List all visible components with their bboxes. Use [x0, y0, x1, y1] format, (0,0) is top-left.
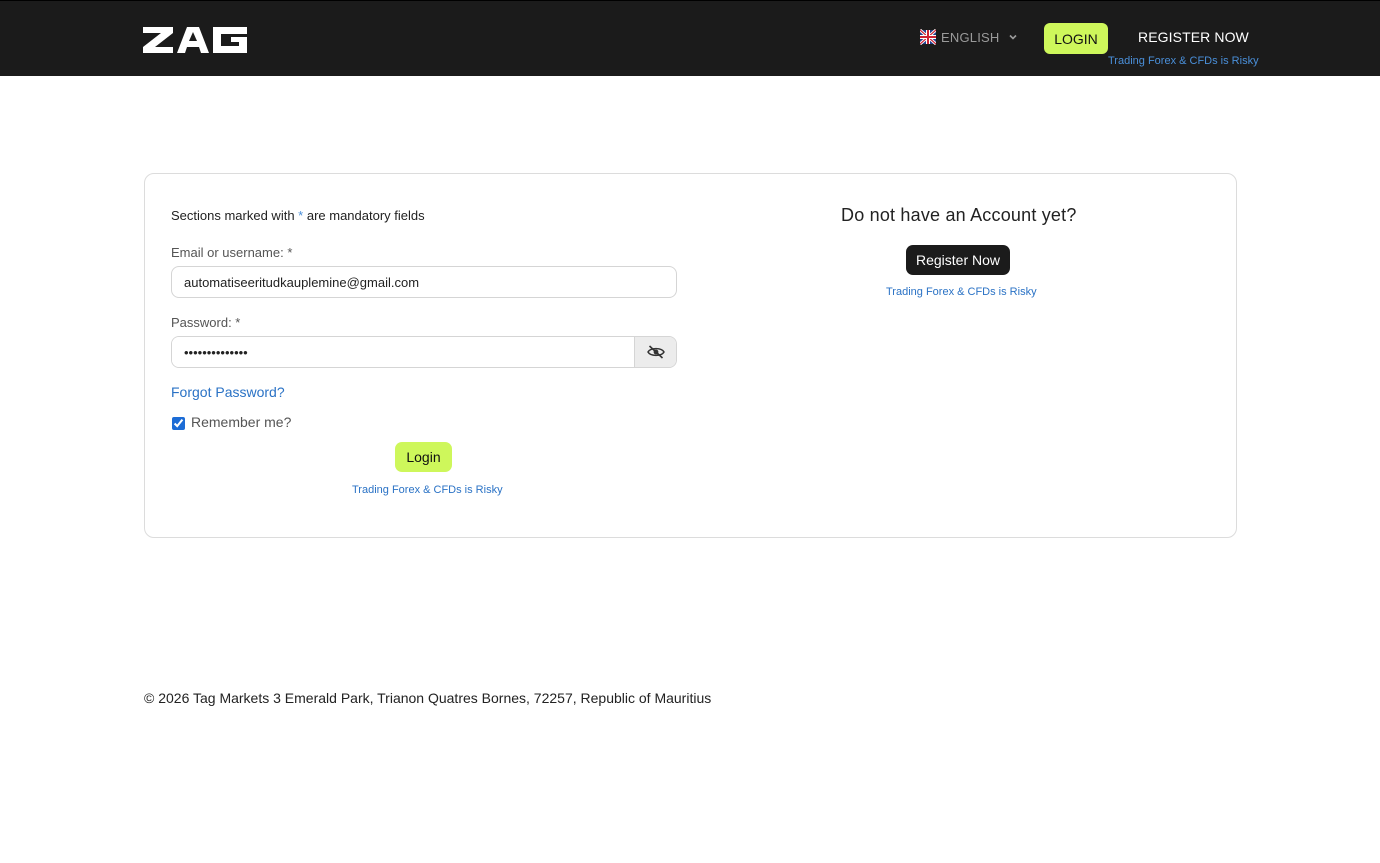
language-selector[interactable]: ENGLISH — [920, 29, 1018, 45]
forgot-password-link[interactable]: Forgot Password? — [171, 384, 285, 400]
password-visibility-toggle[interactable] — [634, 337, 676, 367]
remember-me-checkbox[interactable] — [172, 417, 185, 430]
tag-logo[interactable] — [143, 27, 247, 53]
login-button[interactable]: Login — [395, 442, 452, 472]
uk-flag-icon — [920, 29, 936, 45]
language-label: ENGLISH — [941, 29, 1000, 45]
email-field[interactable] — [171, 266, 677, 298]
header-login-button[interactable]: LOGIN — [1044, 23, 1108, 54]
password-field[interactable] — [172, 337, 634, 367]
register-risk-warning-link[interactable]: Trading Forex & CFDs is Risky — [886, 286, 1037, 298]
mandatory-note: Sections marked with * are mandatory fie… — [171, 208, 425, 223]
no-account-heading: Do not have an Account yet? — [841, 205, 1077, 225]
login-card: Sections marked with * are mandatory fie… — [144, 173, 1237, 538]
email-label: Email or username: * — [171, 245, 293, 260]
mandatory-suffix: are mandatory fields — [303, 208, 425, 223]
remember-me-label: Remember me? — [191, 413, 292, 430]
header-risk-warning-link[interactable]: Trading Forex & CFDs is Risky — [1108, 55, 1259, 67]
register-now-button[interactable]: Register Now — [906, 245, 1010, 275]
footer-copyright: © 2026 Tag Markets 3 Emerald Park, Trian… — [144, 690, 712, 706]
mandatory-prefix: Sections marked with — [171, 208, 299, 223]
risk-warning-link[interactable]: Trading Forex & CFDs is Risky — [352, 484, 503, 496]
password-label: Password: * — [171, 315, 241, 330]
password-field-group — [171, 336, 677, 368]
remember-me[interactable]: Remember me? — [172, 413, 291, 430]
top-header: ENGLISH LOGIN REGISTER NOW Trading Forex… — [0, 0, 1380, 76]
header-register-link[interactable]: REGISTER NOW — [1138, 29, 1249, 45]
chevron-down-icon — [1009, 34, 1018, 40]
eye-slash-icon — [646, 345, 665, 359]
